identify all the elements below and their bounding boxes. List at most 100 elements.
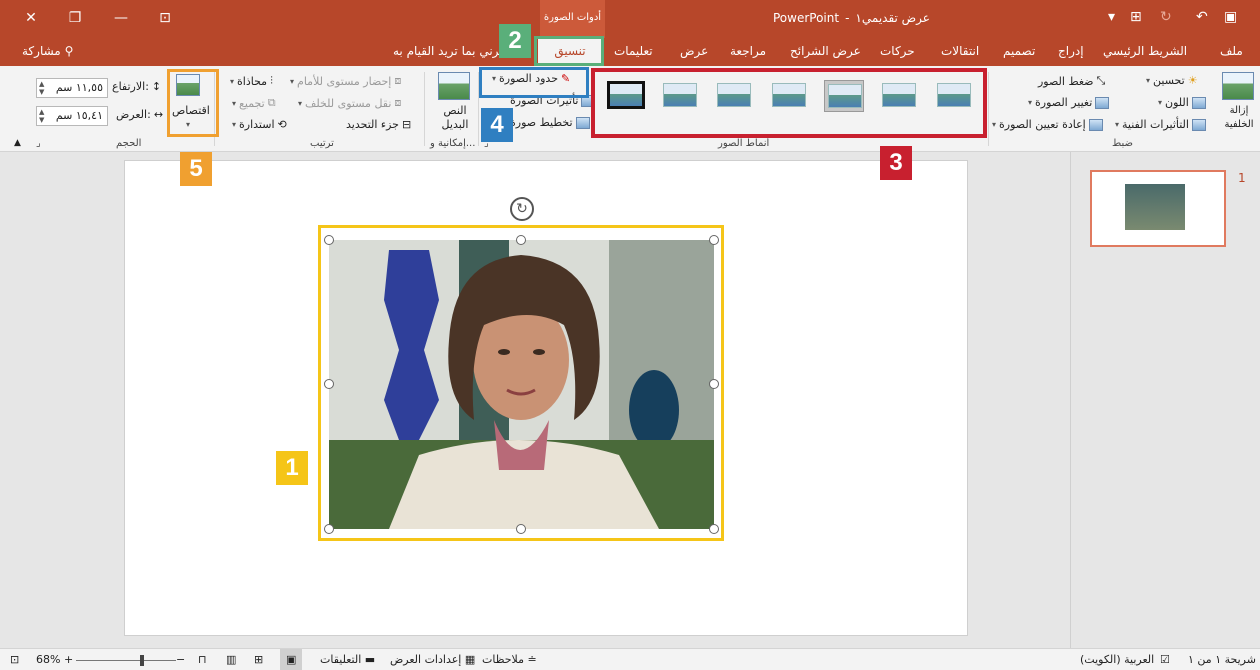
color-label: اللون <box>1165 96 1189 109</box>
picture-styles-group-label: أنماط الصور <box>718 138 770 149</box>
tab-animations[interactable]: حركات <box>880 44 915 58</box>
collapse-ribbon-icon[interactable]: ▲ <box>14 138 21 148</box>
size-group-label: الحجم <box>116 138 142 149</box>
zoom-slider-track[interactable] <box>76 660 176 661</box>
tab-insert[interactable]: إدراج <box>1058 44 1084 58</box>
language-indicator[interactable]: العربية (الكويت) <box>1080 653 1154 666</box>
picture-layout-label: تخطيط صورة <box>510 116 573 129</box>
notes-label: ملاحظات <box>482 653 524 666</box>
callout-box-3 <box>591 68 987 138</box>
callout-badge-4: 4 <box>481 108 513 142</box>
alt-text-button[interactable]: النص البديل <box>438 104 472 132</box>
rotate-button[interactable]: ▾ استدارة ⟲ <box>232 118 287 131</box>
height-value: ١١,٥٥ سم <box>55 81 103 94</box>
reset-picture-label: إعادة تعيين الصورة <box>999 118 1086 131</box>
tab-review[interactable]: مراجعة <box>730 44 766 58</box>
bring-forward-button[interactable]: ▾ إحضار مستوى للأمام ⧈ <box>290 74 401 88</box>
picture-layout-button[interactable]: تخطيط صورة <box>510 116 590 129</box>
user-icon: ⚲ <box>64 44 74 58</box>
resize-handle[interactable] <box>709 235 719 245</box>
resize-handle[interactable] <box>324 524 334 534</box>
artistic-effects-button[interactable]: ▾ التأثيرات الفنية <box>1115 118 1206 131</box>
tell-me-box[interactable]: أخبرني بما تريد القيام به <box>393 44 514 58</box>
bring-forward-label: إحضار مستوى للأمام <box>297 74 392 88</box>
callout-badge-3: 3 <box>880 146 912 180</box>
fit-slide-icon[interactable]: ⊡ <box>10 653 19 666</box>
resize-handle[interactable] <box>324 235 334 245</box>
redo-icon[interactable]: ↻ <box>1160 9 1172 25</box>
share-label: مشاركة <box>22 44 61 58</box>
slide-thumbnail[interactable] <box>1090 170 1226 247</box>
customize-qat-icon[interactable]: ▾ <box>1108 9 1115 25</box>
group-icon: ⧉ <box>267 96 276 109</box>
change-picture-button[interactable]: ▾ تغيير الصورة <box>1028 96 1110 109</box>
ribbon-display-icon[interactable]: ⊡ <box>150 8 180 28</box>
resize-handle[interactable] <box>324 379 334 389</box>
notes-button[interactable]: ملاحظات ≐ <box>482 653 537 666</box>
remove-background-icon <box>1222 72 1254 100</box>
sun-icon: ☀ <box>1187 74 1198 87</box>
corrections-button[interactable]: ▾ تحسين ☀ <box>1146 74 1198 87</box>
selection-pane-button[interactable]: جزء التحديد ⊟ <box>346 118 411 131</box>
spellcheck-icon[interactable]: ☑ <box>1160 653 1170 666</box>
resize-handle[interactable] <box>709 524 719 534</box>
group-button[interactable]: ▾ تجميع ⧉ <box>232 96 276 110</box>
width-input[interactable]: ▲ ▼ ١٥,٤١ سم <box>36 106 108 126</box>
picture-tools-context-header: أدوات الصورة <box>540 0 605 38</box>
align-icon: ⫶ <box>270 74 273 87</box>
color-dd-icon: ▾ <box>1158 98 1163 107</box>
tab-view[interactable]: عرض <box>680 44 708 58</box>
resize-handle[interactable] <box>709 379 719 389</box>
reset-picture-button[interactable]: ▾ إعادة تعيين الصورة <box>992 118 1103 131</box>
width-value: ١٥,٤١ سم <box>55 109 103 122</box>
send-backward-label: نقل مستوى للخلف <box>305 96 392 110</box>
minimize-icon[interactable]: — <box>106 8 136 28</box>
reading-view-icon[interactable]: ▥ <box>226 653 236 666</box>
app-name: PowerPoint <box>773 11 840 25</box>
align-button[interactable]: ▾ محاذاة ⫶ <box>230 74 273 88</box>
corrections-label: تحسين <box>1153 74 1185 87</box>
tab-file[interactable]: ملف <box>1220 44 1243 58</box>
size-dialog-launcher-icon[interactable]: ⌟ <box>36 138 41 149</box>
accessibility-group-label: إمكانية و... <box>430 138 476 149</box>
rotate-handle[interactable]: ↻ <box>510 197 534 221</box>
zoom-level[interactable]: 68% <box>36 653 60 666</box>
window-title: PowerPoint - عرض تقديمي١ <box>770 11 933 25</box>
zoom-in-button[interactable]: + <box>64 653 73 666</box>
color-button[interactable]: ▾ اللون <box>1158 96 1206 109</box>
normal-view-icon[interactable]: ▣ <box>280 649 303 670</box>
display-settings-label: إعدادات العرض <box>390 653 462 666</box>
tab-transitions[interactable]: انتقالات <box>941 44 979 58</box>
tab-home[interactable]: الشريط الرئيسي <box>1103 44 1187 58</box>
slide-sorter-icon[interactable]: ⊞ <box>254 653 263 666</box>
rotate-dd-icon: ▾ <box>232 120 237 129</box>
resize-handle[interactable] <box>516 524 526 534</box>
align-dd-icon: ▾ <box>230 76 235 86</box>
send-backward-button[interactable]: ▾ نقل مستوى للخلف ⧈ <box>298 96 401 110</box>
callout-box-5 <box>167 69 219 137</box>
comments-button[interactable]: التعليقات ▬ <box>320 653 375 666</box>
callout-badge-2: 2 <box>499 24 531 58</box>
zoom-slider-thumb[interactable] <box>140 655 144 666</box>
present-icon[interactable]: ⊞ <box>1130 9 1142 25</box>
compress-icon: ⤡ <box>1096 74 1106 87</box>
tab-design[interactable]: تصميم <box>1003 44 1035 58</box>
tab-help[interactable]: تعليمات <box>614 44 653 58</box>
save-icon[interactable]: ▣ <box>1224 9 1237 25</box>
height-input[interactable]: ▲ ▼ ١١,٥٥ سم <box>36 78 108 98</box>
undo-icon[interactable]: ↶ <box>1196 9 1208 25</box>
zoom-out-button[interactable]: − <box>176 653 185 666</box>
tab-slideshow[interactable]: عرض الشرائح <box>790 44 861 58</box>
share-button[interactable]: مشاركة ⚲ <box>22 44 73 58</box>
compress-button[interactable]: ضغط الصور ⤡ <box>1038 74 1105 88</box>
remove-background-button[interactable]: إزالة الخلفية <box>1220 104 1258 132</box>
arrange-group-label: ترتيب <box>310 138 334 149</box>
group-separator <box>424 72 425 146</box>
slideshow-view-icon[interactable]: ⊓ <box>198 653 207 666</box>
width-label-text: العرض: <box>116 108 151 121</box>
resize-handle[interactable] <box>516 235 526 245</box>
close-icon[interactable]: ✕ <box>16 8 46 28</box>
display-settings-button[interactable]: إعدادات العرض ▦ <box>390 653 475 666</box>
restore-icon[interactable]: ❐ <box>60 8 90 28</box>
width-label: العرض: ↔ <box>116 108 163 121</box>
